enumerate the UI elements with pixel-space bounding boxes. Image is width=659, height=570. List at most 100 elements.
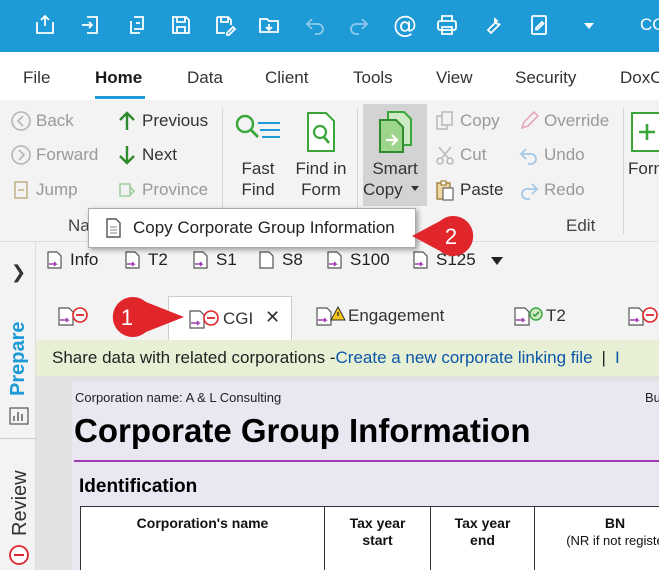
doc-tab-error[interactable] xyxy=(56,304,90,328)
previous-label: Previous xyxy=(142,111,209,130)
active-tab-underline xyxy=(95,96,145,99)
next-button[interactable]: Next xyxy=(116,144,177,166)
close-icon[interactable]: ✕ xyxy=(265,307,280,328)
expand-chevron-icon[interactable]: ❯ xyxy=(11,262,26,283)
tab-client[interactable]: Client xyxy=(265,68,308,88)
form-item-s8[interactable]: S8 xyxy=(256,250,303,270)
province-button[interactable]: Province xyxy=(116,179,208,201)
corporation-name-header: Corporation name: A & L Consulting xyxy=(75,390,282,405)
form-button[interactable]: Forn xyxy=(628,110,659,179)
doc-tab-engagement[interactable]: Engagement xyxy=(314,304,444,328)
save-icon[interactable] xyxy=(166,10,196,40)
form-item-label: S8 xyxy=(282,250,303,269)
form-title: Corporate Group Information xyxy=(74,412,531,449)
fast-find-icon xyxy=(235,114,280,138)
menu-bar: File Home Data Client Tools View Securit… xyxy=(0,52,659,100)
col-corporation-name: Corporation's name xyxy=(81,507,325,570)
new-return-icon[interactable] xyxy=(30,10,60,40)
back-button[interactable]: Back xyxy=(10,110,74,132)
smart-copy-label-2: Copy xyxy=(363,180,403,199)
copy-corporate-group-info-item[interactable]: Copy Corporate Group Information xyxy=(133,218,395,238)
tab-view[interactable]: View xyxy=(436,68,473,88)
override-button[interactable]: Override xyxy=(518,110,609,132)
jump-label: Jump xyxy=(36,180,78,199)
group-navigation-label: Na xyxy=(68,216,90,235)
review-tab[interactable]: Review xyxy=(9,470,32,536)
form-item-s1[interactable]: S1 xyxy=(190,250,237,270)
copy-icon xyxy=(436,111,453,130)
review-error-icon xyxy=(8,544,30,570)
scissors-icon xyxy=(436,146,454,165)
tab-data[interactable]: Data xyxy=(187,68,223,88)
prepare-tab[interactable]: Prepare xyxy=(7,322,30,397)
paste-icon xyxy=(436,180,454,201)
undo-label: Undo xyxy=(544,145,585,164)
cut-button[interactable]: Cut xyxy=(434,144,486,166)
paste-button[interactable]: Paste xyxy=(434,179,503,201)
redo-button[interactable]: Redo xyxy=(518,179,585,201)
email-icon[interactable]: @ xyxy=(390,10,420,40)
col-corporation-name-label: Corporation's name xyxy=(136,515,269,531)
doc-tab-cgi[interactable]: CGI ✕ xyxy=(168,296,292,340)
wrench-icon[interactable] xyxy=(478,10,508,40)
edit-note-icon[interactable] xyxy=(524,10,554,40)
forward-button[interactable]: Forward xyxy=(10,144,98,166)
rollforward-icon[interactable] xyxy=(122,10,152,40)
doc-tab-cgi-label: CGI xyxy=(223,308,254,328)
tab-home[interactable]: Home xyxy=(95,68,142,88)
province-icon xyxy=(119,183,136,197)
form-icon xyxy=(259,251,274,269)
form-item-s100[interactable]: S100 xyxy=(324,250,390,270)
new-form-icon xyxy=(631,112,659,152)
form-error-icon xyxy=(58,307,88,326)
create-linking-file-link[interactable]: Create a new corporate linking file xyxy=(336,348,593,368)
find-in-form-label-1: Find in xyxy=(295,159,347,178)
redo-icon[interactable] xyxy=(344,10,374,40)
doc-tab-more[interactable] xyxy=(626,304,659,328)
save-as-icon[interactable] xyxy=(210,10,240,40)
title-rule xyxy=(74,460,659,462)
form-item-info[interactable]: Info xyxy=(44,250,98,270)
col-tax-year-end: Tax year end xyxy=(431,507,535,570)
forms-overflow-icon[interactable] xyxy=(490,254,504,272)
smart-copy-button[interactable]: Smart Copy xyxy=(363,110,427,200)
linking-more-link[interactable]: I xyxy=(615,348,620,368)
undo-button[interactable]: Undo xyxy=(518,144,585,166)
form-page: Corporation name: A & L Consulting Bu Co… xyxy=(72,382,659,570)
copy-button[interactable]: Copy xyxy=(434,110,500,132)
qat-dropdown-icon[interactable] xyxy=(574,10,604,40)
form-item-label: T2 xyxy=(148,250,168,269)
previous-button[interactable]: Previous xyxy=(116,110,208,132)
province-label: Province xyxy=(142,180,209,199)
form-item-t2[interactable]: T2 xyxy=(122,250,168,270)
form-linked-icon xyxy=(327,251,342,269)
tab-tools[interactable]: Tools xyxy=(353,68,393,88)
copy-label: Copy xyxy=(460,111,500,130)
form-error-icon xyxy=(628,307,658,326)
col-tax-year-start-label-2: start xyxy=(362,532,393,548)
group-edit-label: Edit xyxy=(566,216,596,235)
tab-security[interactable]: Security xyxy=(515,68,576,88)
ribbon-separator xyxy=(623,108,624,234)
doc-tab-t2[interactable]: T2 xyxy=(512,304,566,328)
sidebar-divider xyxy=(0,438,36,439)
linking-separator: | xyxy=(601,348,606,367)
jump-button[interactable]: Jump xyxy=(10,179,78,201)
import-icon[interactable] xyxy=(76,10,106,40)
tab-doxcycle[interactable]: DoxC xyxy=(620,68,659,88)
smart-copy-label-1: Smart xyxy=(372,159,418,178)
open-folder-icon[interactable] xyxy=(254,10,284,40)
next-label: Next xyxy=(142,145,177,164)
find-in-form-label-2: Form xyxy=(301,180,341,199)
back-label: Back xyxy=(36,111,74,130)
form-ok-icon xyxy=(514,307,543,326)
fast-find-label-2: Find xyxy=(241,180,275,199)
print-icon[interactable] xyxy=(432,10,462,40)
undo-icon[interactable] xyxy=(300,10,330,40)
col-bn-label: BN xyxy=(604,515,626,531)
fast-find-button[interactable]: Fast Find xyxy=(230,110,286,200)
tab-file[interactable]: File xyxy=(23,68,50,88)
find-in-form-button[interactable]: Find in Form xyxy=(290,110,352,200)
cut-label: Cut xyxy=(460,145,487,164)
col-tax-year-start-label-1: Tax year xyxy=(349,515,406,531)
